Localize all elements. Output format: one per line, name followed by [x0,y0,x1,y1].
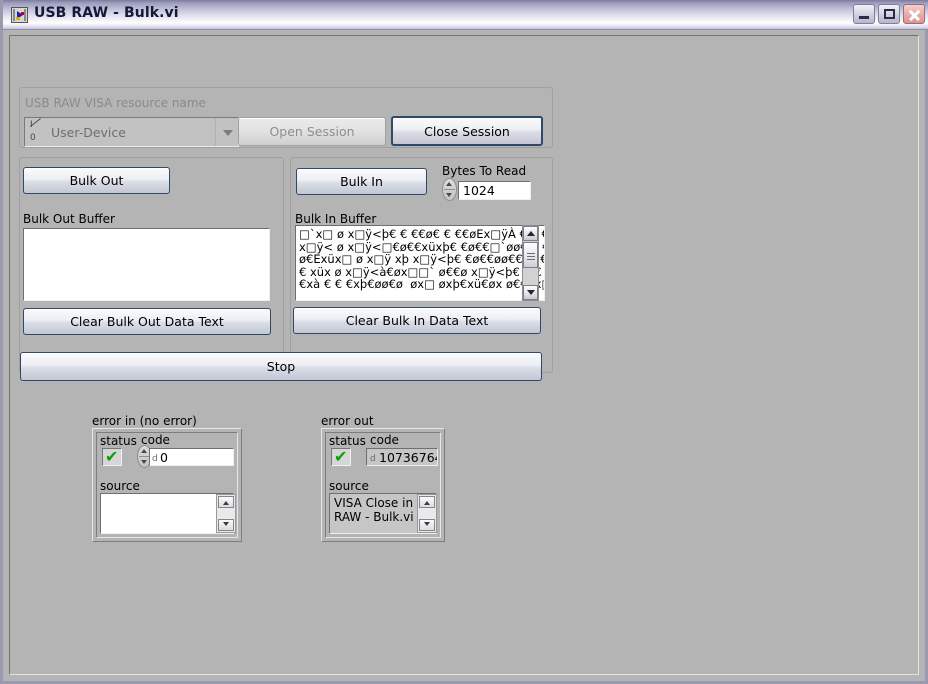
error-out-source-label: source [329,479,369,493]
chevron-down-icon[interactable] [215,118,238,146]
error-in-source-input[interactable] [100,493,234,534]
scroll-down-icon[interactable] [218,519,234,531]
window-title: USB RAW - Bulk.vi [34,5,179,21]
bulk-in-buffer-scrollbar[interactable] [522,225,539,301]
scroll-up-icon[interactable] [523,226,538,241]
error-out-code-display: d 1073676413 [366,448,438,466]
minimize-button[interactable] [853,4,875,24]
bulk-in-buffer-label: Bulk In Buffer [295,212,377,226]
close-button[interactable] [903,4,925,24]
error-out-status-led: ✔ [331,448,351,466]
bulk-out-buffer-label: Bulk Out Buffer [23,212,115,226]
error-in-title: error in (no error) [92,414,197,428]
visa-io-icon: I0 [25,118,45,146]
front-panel: USB RAW VISA resource name I0 User-Devic… [9,35,919,675]
error-in-status-label: status [100,434,137,448]
bulk-in-button[interactable]: Bulk In [296,168,427,195]
title-bar: USB RAW - Bulk.vi [3,0,928,30]
window-controls [853,4,925,24]
clear-bulk-out-button[interactable]: Clear Bulk Out Data Text [23,308,271,335]
error-out-source-scrollbar[interactable] [417,494,437,533]
visa-resource-value: User-Device [51,124,126,140]
scroll-down-icon[interactable] [419,519,435,531]
visa-resource-combo[interactable]: I0 User-Device [24,117,239,147]
error-out-status-label: status [329,434,366,448]
bytes-to-read-label: Bytes To Read [442,164,527,178]
bulk-in-buffer-display[interactable]: □`x□ ø x□ÿ<þ€ € €€ø€ € €€øEx□ÿÀ € € €ø x… [295,225,545,301]
close-session-button[interactable]: Close Session [391,116,543,146]
bulk-out-buffer-input[interactable] [23,228,270,301]
maximize-button[interactable] [878,4,900,24]
bulk-out-button[interactable]: Bulk Out [23,167,170,194]
application-window: USB RAW - Bulk.vi USB RAW VISA resource … [0,0,928,684]
error-out-code-radix: d [370,454,376,464]
scroll-up-icon[interactable] [419,496,435,508]
error-out-code-value: 1073676413 [379,449,437,465]
error-in-source-value [101,494,233,498]
bytes-to-read-spinner[interactable] [442,178,457,201]
error-in-code-radix: d [152,454,158,464]
scroll-down-icon[interactable] [523,285,538,300]
green-check-icon: ✔ [334,447,348,466]
green-check-icon: ✔ [105,447,119,466]
error-out-code-label: code [370,433,399,447]
scrollbar-thumb[interactable] [523,242,538,268]
error-out-title: error out [321,414,374,428]
open-session-button[interactable]: Open Session [238,117,386,146]
error-in-source-label: source [100,479,140,493]
bulk-out-buffer-value [24,229,269,231]
clear-bulk-in-button[interactable]: Clear Bulk In Data Text [293,307,541,334]
labview-vi-icon [11,7,28,23]
resource-name-label: USB RAW VISA resource name [25,96,206,110]
error-in-code-input[interactable]: d 0 [149,448,234,466]
bulk-in-buffer-value: □`x□ ø x□ÿ<þ€ € €€ø€ € €€øEx□ÿÀ € € €ø x… [299,227,544,292]
scroll-up-icon[interactable] [218,496,234,508]
error-in-status-led[interactable]: ✔ [102,448,122,466]
bytes-to-read-input[interactable]: 1024 [458,181,531,200]
error-in-source-scrollbar[interactable] [216,494,236,533]
stop-button[interactable]: Stop [20,352,542,381]
